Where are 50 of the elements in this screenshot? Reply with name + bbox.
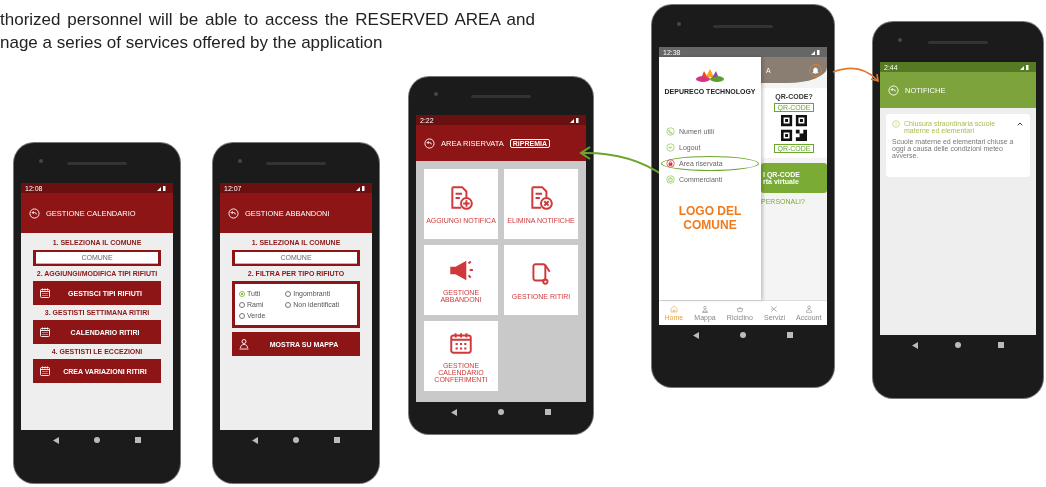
home-icon (669, 305, 678, 313)
recents-square-icon[interactable] (545, 409, 552, 415)
document-x-icon (528, 184, 554, 211)
home-circle-icon[interactable] (498, 409, 504, 415)
bag-icon (735, 305, 744, 313)
back-triangle-icon[interactable] (450, 408, 457, 416)
back-icon[interactable] (29, 207, 40, 219)
calendar-icon (39, 365, 51, 377)
signal-battery-icon (356, 185, 368, 191)
lock-icon (666, 159, 675, 168)
user-icon (804, 305, 813, 313)
home-circle-icon[interactable] (293, 437, 299, 443)
shop-icon (666, 175, 675, 184)
info-icon (892, 120, 900, 128)
signal-battery-icon (157, 185, 169, 191)
back-icon[interactable] (228, 207, 239, 219)
phone-icon (666, 127, 675, 136)
recents-square-icon[interactable] (997, 342, 1004, 348)
calendar-icon (39, 326, 51, 338)
camera-icon (677, 21, 681, 26)
back-triangle-icon[interactable] (912, 341, 919, 349)
home-circle-icon[interactable] (94, 437, 100, 443)
back-triangle-icon[interactable] (52, 436, 59, 444)
person-icon (238, 338, 250, 350)
camera-icon (434, 92, 438, 97)
chevron-icon[interactable] (1016, 120, 1024, 128)
recents-square-icon[interactable] (135, 437, 142, 443)
intro-paragraph: thorized personnel will be able to access the RESERVED AREA and nage a series of services offered by the application (0, 9, 535, 54)
logo-placeholder-text: LOGO DEL COMUNE (677, 204, 743, 232)
qr-code-drawing (781, 115, 807, 141)
signal-battery-icon (811, 49, 823, 55)
recents-square-icon[interactable] (334, 437, 341, 443)
camera-icon (39, 159, 43, 163)
radio-button[interactable] (239, 290, 245, 297)
home-circle-icon[interactable] (955, 342, 961, 348)
signal-battery-icon (1020, 64, 1032, 70)
back-icon[interactable] (424, 137, 435, 149)
logout-icon (666, 143, 675, 152)
back-triangle-icon[interactable] (693, 331, 700, 339)
document-plus-icon (448, 184, 474, 211)
recents-square-icon[interactable] (786, 332, 793, 338)
home-circle-icon[interactable] (740, 332, 746, 338)
camera-icon (898, 38, 902, 42)
pin-icon (701, 305, 710, 313)
camera-icon (238, 159, 242, 163)
calendar-icon (39, 287, 51, 299)
back-triangle-icon[interactable] (251, 436, 258, 444)
signal-battery-icon (570, 117, 582, 123)
pointer-arrow (832, 67, 879, 83)
lotus-logo-icon (695, 67, 725, 85)
